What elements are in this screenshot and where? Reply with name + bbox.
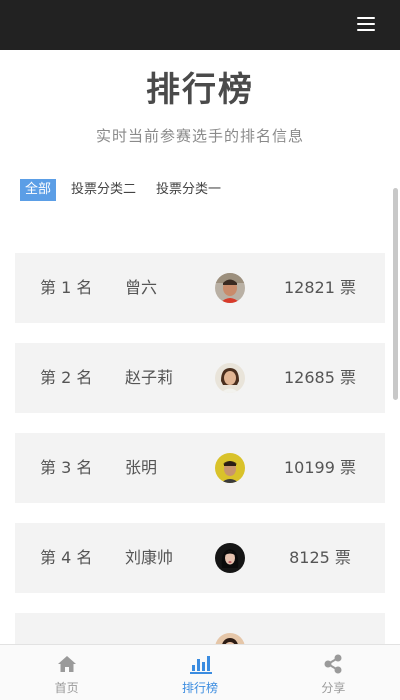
vote-count: 10199 票 [284,458,356,477]
page-title: 排行榜 [146,70,254,110]
ranking-row[interactable]: 第 1 名 曾六 12821 票 [15,253,385,323]
share-icon [323,654,343,674]
rank-label: 第 2 名 [40,368,93,387]
avatar-icon [215,453,245,483]
vote-count: 8125 票 [289,548,351,567]
ranking-row[interactable]: 第 3 名 张明 10199 票 [15,433,385,503]
page-subtitle: 实时当前参赛选手的排名信息 [95,127,304,145]
contestant-name: 曾六 [125,278,158,297]
contestant-name: 赵子莉 [125,368,174,387]
nav-ranking[interactable]: 排行榜 [133,645,266,700]
rank-label: 第 4 名 [40,548,93,567]
vote-count: 12821 票 [284,278,356,297]
nav-home[interactable]: 首页 [0,645,133,700]
bottom-navigation: 首页 排行榜 分享 [0,644,400,700]
contestant-name: 张明 [125,458,158,477]
rank-label: 第 3 名 [40,458,93,477]
avatar-icon [215,273,245,303]
avatar-icon [215,363,245,393]
home-icon [57,654,77,674]
nav-share[interactable]: 分享 [267,645,400,700]
category-tabs: 全部 投票分类二 投票分类一 [20,179,236,201]
vote-count: 12685 票 [284,368,356,387]
nav-ranking-label: 排行榜 [181,681,218,695]
ranking-row[interactable]: 第 4 名 刘康帅 8125 票 [15,523,385,593]
top-bar [0,0,400,50]
nav-share-label: 分享 [321,681,346,695]
hamburger-menu-icon[interactable] [357,17,375,31]
contestant-name: 刘康帅 [125,548,174,567]
rank-label: 第 1 名 [40,278,93,297]
ranking-row[interactable]: 第 2 名 赵子莉 12685 票 [15,343,385,413]
tab-all[interactable]: 全部 [20,179,57,201]
scrollbar-thumb[interactable] [393,188,398,400]
tab-category-two[interactable]: 投票分类二 [66,179,141,201]
bar-chart-icon [189,654,212,674]
nav-home-label: 首页 [54,681,79,695]
avatar-icon [215,543,245,573]
tab-category-one[interactable]: 投票分类一 [151,179,226,201]
